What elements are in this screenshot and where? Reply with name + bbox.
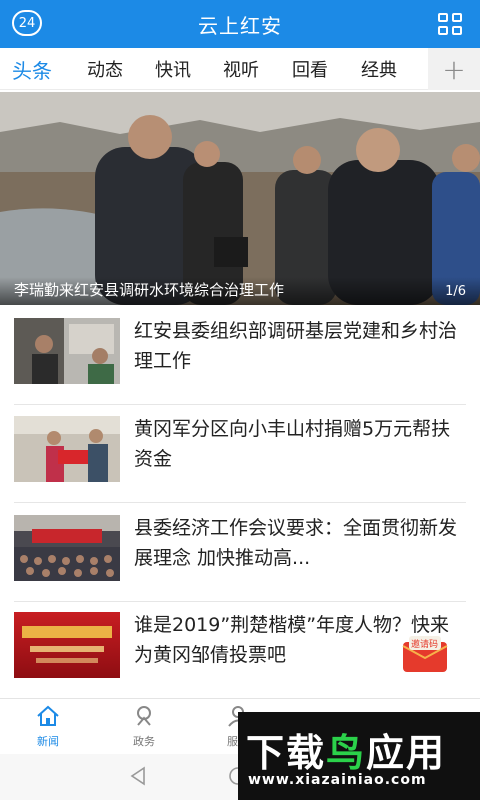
news-item[interactable]: 红安县委组织部调研基层党建和乡村治理工作 [14,318,466,396]
tab-video[interactable]: 视听 [223,56,259,82]
tab-headlines[interactable]: 头条 [12,55,52,84]
watermark-url: www.xiazainiao.com [248,772,427,788]
hero-caption-bar: 李瑞勤来红安县调研水环境综合治理工作 1/6 [0,277,480,305]
invite-code-label: 邀请码 [411,640,439,650]
news-24-badge-number: 24 [18,15,36,31]
news-title: 黄冈军分区向小丰山村捐赠5万元帮扶资金 [134,418,451,470]
news-title: 红安县委组织部调研基层党建和乡村治理工作 [134,320,458,372]
divider [14,601,466,602]
hero-banner[interactable]: 李瑞勤来红安县调研水环境综合治理工作 1/6 [0,92,480,305]
home-icon [37,705,59,726]
tab-classic[interactable]: 经典 [361,56,397,82]
nav-news[interactable]: 新闻 [18,705,78,749]
plus-icon: + [442,52,466,86]
watermark-brand: 下载鸟应用 [246,731,447,775]
invite-code-button[interactable]: 邀请码 [401,636,449,674]
watermark-logo: 下载鸟应用 www.xiazainiao.com [238,712,480,800]
news-title: 县委经济工作会议要求：全面贯彻新发展理念 加快推动高... [134,517,458,569]
news-item[interactable]: 黄冈军分区向小丰山村捐赠5万元帮扶资金 [14,416,466,494]
hero-caption: 李瑞勤来红安县调研水环境综合治理工作 [14,281,285,299]
news-24-badge-button[interactable]: 24 [12,10,42,36]
news-thumbnail [14,515,120,581]
nav-government-label: 政务 [133,735,155,748]
hero-pager: 1/6 [445,284,466,299]
news-thumbnail [14,416,120,482]
government-icon [137,706,151,726]
add-channel-button[interactable]: + [428,48,480,90]
tab-replay[interactable]: 回看 [292,56,328,82]
app-header: 24 云上红安 [0,0,480,48]
channel-tabs: 头条 动态 快讯 视听 回看 经典 [0,48,480,90]
nav-news-label: 新闻 [37,735,59,748]
back-icon[interactable] [128,766,148,786]
hero-photo [0,92,480,305]
app-title: 云上红安 [198,13,282,38]
news-thumbnail [14,612,120,678]
news-item[interactable]: 谁是2019”荆楚楷模”年度人物？快来为黄冈邹倩投票吧 [14,612,466,690]
grid-icon[interactable] [438,13,462,35]
news-item[interactable]: 县委经济工作会议要求：全面贯彻新发展理念 加快推动高... [14,515,466,593]
tab-news[interactable]: 动态 [87,56,123,82]
divider [14,404,466,405]
tab-flash[interactable]: 快讯 [155,56,191,82]
news-thumbnail [14,318,120,384]
app-screen: 24 云上红安 头条 动态 快讯 视听 回看 经典 + 李瑞勤来红安县调研水环境… [0,0,480,800]
divider [14,502,466,503]
nav-government[interactable]: 政务 [114,705,174,749]
